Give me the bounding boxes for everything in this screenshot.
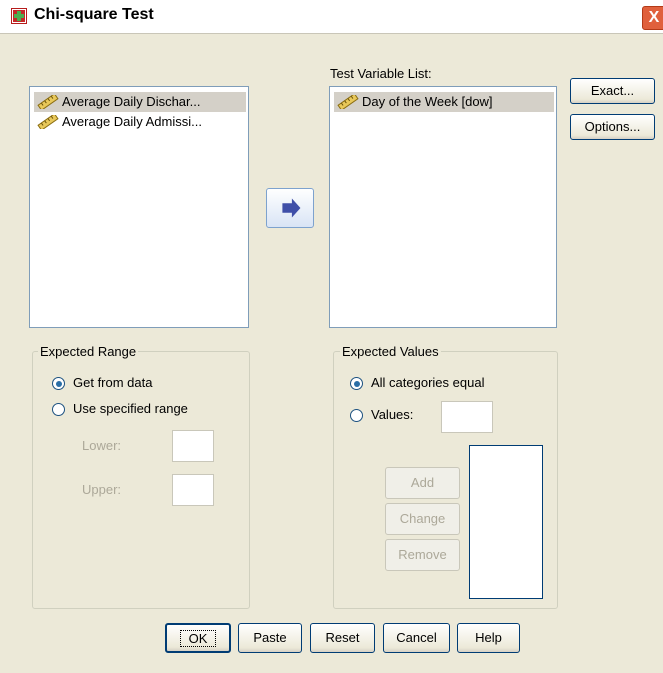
add-button[interactable]: Add: [385, 467, 460, 499]
values-field[interactable]: [441, 401, 493, 433]
close-button[interactable]: X: [642, 6, 663, 30]
options-label: Options...: [584, 119, 641, 134]
exact-button[interactable]: Exact...: [570, 78, 655, 104]
expected-range-title: Expected Range: [38, 344, 139, 359]
list-item[interactable]: Day of the Week [dow]: [334, 92, 554, 112]
app-icon: [11, 8, 27, 24]
help-label: Help: [475, 630, 502, 645]
test-variable-list-label: Test Variable List:: [330, 66, 432, 81]
remove-label: Remove: [398, 547, 447, 562]
expected-values-title: Expected Values: [340, 344, 441, 359]
chi-square-dialog: Chi-square Test X Average Daily Dischar.…: [0, 0, 663, 673]
ok-button[interactable]: OK: [165, 623, 231, 653]
ok-label: OK: [179, 630, 217, 647]
cancel-label: Cancel: [396, 630, 437, 645]
use-specified-range-label[interactable]: Use specified range: [73, 401, 188, 416]
upper-field[interactable]: [172, 474, 214, 506]
paste-label: Paste: [253, 630, 287, 645]
change-button[interactable]: Change: [385, 503, 460, 535]
item-label: Average Daily Admissi...: [62, 114, 202, 129]
arrow-right-icon: [282, 198, 301, 218]
upper-label: Upper:: [82, 482, 122, 497]
all-categories-equal-label[interactable]: All categories equal: [371, 375, 484, 390]
ruler-icon: [37, 95, 59, 109]
values-radio[interactable]: [350, 409, 363, 422]
help-button[interactable]: Help: [457, 623, 520, 653]
reset-button[interactable]: Reset: [310, 623, 375, 653]
get-from-data-radio[interactable]: [52, 377, 65, 390]
window-title: Chi-square Test: [34, 6, 154, 23]
item-label: Average Daily Dischar...: [62, 94, 201, 109]
get-from-data-label[interactable]: Get from data: [73, 375, 152, 390]
source-variable-list[interactable]: Average Daily Dischar... Average Daily A…: [29, 86, 249, 328]
lower-field[interactable]: [172, 430, 214, 462]
close-icon: X: [648, 9, 660, 26]
change-label: Change: [399, 511, 446, 526]
expected-values-list[interactable]: [469, 445, 543, 599]
title-bar[interactable]: Chi-square Test X: [0, 0, 663, 34]
paste-button[interactable]: Paste: [238, 623, 302, 653]
item-label: Day of the Week [dow]: [362, 94, 493, 109]
ruler-icon: [37, 115, 59, 129]
reset-label: Reset: [325, 630, 360, 645]
lower-label: Lower:: [82, 438, 122, 453]
options-button[interactable]: Options...: [570, 114, 655, 140]
use-specified-range-radio[interactable]: [52, 403, 65, 416]
values-label[interactable]: Values:: [371, 407, 413, 422]
test-variable-list[interactable]: Day of the Week [dow]: [329, 86, 557, 328]
exact-label: Exact...: [590, 83, 635, 98]
ruler-icon: [337, 95, 359, 109]
cancel-button[interactable]: Cancel: [383, 623, 450, 653]
list-item[interactable]: Average Daily Dischar...: [34, 92, 246, 112]
all-categories-equal-radio[interactable]: [350, 377, 363, 390]
move-variable-button[interactable]: [266, 188, 314, 228]
list-item[interactable]: Average Daily Admissi...: [34, 112, 206, 132]
remove-button[interactable]: Remove: [385, 539, 460, 571]
add-label: Add: [410, 475, 435, 490]
